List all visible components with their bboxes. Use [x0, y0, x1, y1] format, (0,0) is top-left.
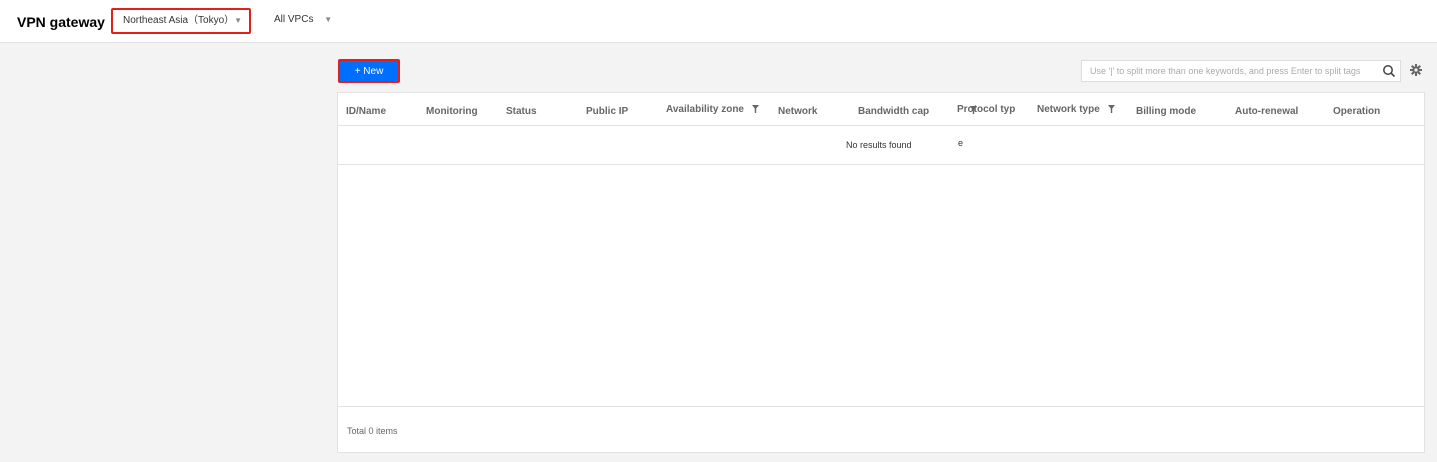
column-header-network: Network [778, 106, 818, 117]
column-header-availability-zone[interactable]: Availability zone [666, 104, 759, 115]
column-header-bandwidth-cap: Bandwidth cap [858, 106, 930, 117]
vpn-gateway-table: ID/Name Monitoring Status Public IP Avai… [337, 92, 1425, 453]
column-header-protocol-type[interactable]: Protocol typ [957, 104, 1015, 115]
column-header-auto-renewal: Auto-renewal [1235, 106, 1299, 117]
gear-icon[interactable] [1410, 64, 1422, 76]
region-select-value: Northeast Asia（Tokyo） [123, 15, 235, 26]
column-header-status: Status [506, 106, 537, 117]
column-header-id-name: ID/Name [346, 106, 387, 117]
table-footer: Total 0 items [338, 406, 1424, 453]
table-header: ID/Name Monitoring Status Public IP Avai… [338, 93, 1424, 126]
column-header-public-ip: Public IP [586, 106, 629, 117]
column-header-operation: Operation [1333, 106, 1381, 117]
search-placeholder: Use '|' to split more than one keywords,… [1090, 66, 1361, 76]
total-count: Total 0 items [347, 426, 398, 436]
column-header-network-type[interactable]: Network type [1037, 104, 1115, 115]
chevron-down-icon: ▼ [234, 16, 242, 25]
protocol-type-overflow-text: e [958, 138, 964, 148]
chevron-down-icon: ▼ [324, 15, 333, 24]
column-header-billing-mode: Billing mode [1136, 106, 1196, 117]
vpc-select[interactable]: All VPCs ▼ [274, 14, 332, 25]
vpc-select-value: All VPCs [274, 14, 314, 25]
filter-icon[interactable] [1107, 105, 1115, 114]
filter-icon[interactable] [751, 105, 759, 114]
new-button[interactable]: + New [338, 59, 400, 83]
table-row: No results found e [338, 126, 1424, 165]
column-header-monitoring: Monitoring [426, 106, 478, 117]
top-bar: VPN gateway Northeast Asia（Tokyo） ▼ All … [0, 0, 1437, 43]
empty-message: No results found [846, 140, 912, 150]
search-icon[interactable] [1382, 64, 1396, 78]
page-title: VPN gateway [17, 14, 105, 30]
search-input[interactable]: Use '|' to split more than one keywords,… [1081, 60, 1401, 82]
region-select[interactable]: Northeast Asia（Tokyo） ▼ [111, 8, 251, 34]
filter-icon[interactable] [970, 106, 977, 114]
